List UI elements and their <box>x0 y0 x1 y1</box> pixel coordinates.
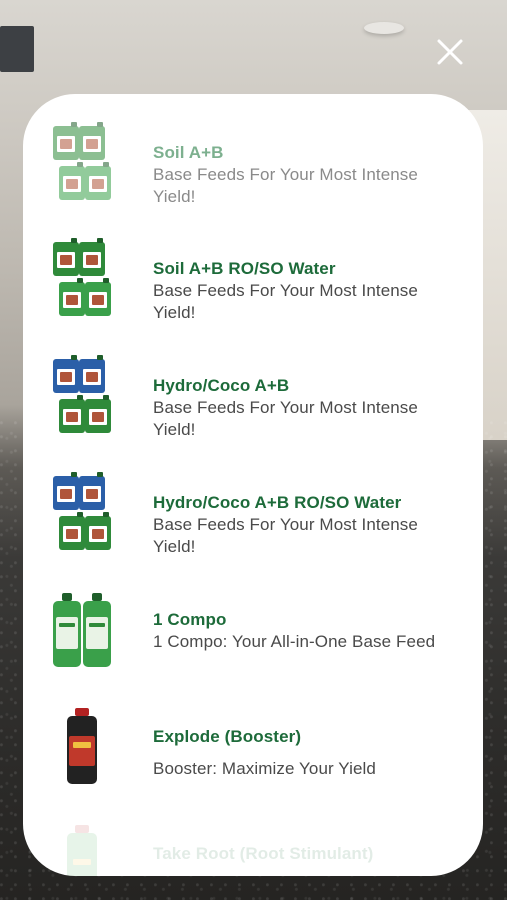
list-item[interactable]: Hydro/Coco A+B RO/SO Water Base Feeds Fo… <box>23 472 483 582</box>
product-title: Take Root (Root Stimulant) <box>153 844 374 863</box>
list-item[interactable]: Take Root (Root Stimulant) <box>23 823 483 876</box>
product-title: Hydro/Coco A+B <box>153 376 290 395</box>
product-list-card: Soil A+B Base Feeds For Your Most Intens… <box>23 94 483 876</box>
background-ceiling-light <box>364 22 404 34</box>
product-description: Base Feeds For Your Most Intense Yield! <box>153 515 418 556</box>
close-button[interactable] <box>430 32 470 72</box>
close-icon <box>437 39 463 65</box>
product-description: Base Feeds For Your Most Intense Yield! <box>153 398 418 439</box>
product-title: Explode (Booster) <box>153 727 302 746</box>
list-item[interactable]: Soil A+B RO/SO Water Base Feeds For Your… <box>23 238 483 348</box>
product-title: Soil A+B <box>153 143 224 162</box>
background-vent <box>0 26 34 72</box>
list-item[interactable]: 1 Compo 1 Compo: Your All-in-One Base Fe… <box>23 589 483 699</box>
product-thumbnail <box>67 708 97 784</box>
product-title: Soil A+B RO/SO Water <box>153 259 336 278</box>
list-item[interactable]: Soil A+B Base Feeds For Your Most Intens… <box>23 122 483 232</box>
list-item[interactable]: Hydro/Coco A+B Base Feeds For Your Most … <box>23 355 483 465</box>
product-thumbnail <box>67 825 97 876</box>
product-thumbnail <box>53 122 111 200</box>
product-thumbnail <box>53 238 111 316</box>
product-description: Booster: Maximize Your Yield <box>153 759 376 778</box>
list-item[interactable]: Explode (Booster) Booster: Maximize Your… <box>23 706 483 816</box>
product-description: Base Feeds For Your Most Intense Yield! <box>153 281 418 322</box>
product-description: 1 Compo: Your All-in-One Base Feed <box>153 632 436 651</box>
product-thumbnail <box>53 472 111 550</box>
product-thumbnail <box>53 593 111 667</box>
product-thumbnail <box>53 355 111 433</box>
product-description: Base Feeds For Your Most Intense Yield! <box>153 165 418 206</box>
product-title: 1 Compo <box>153 610 227 629</box>
product-title: Hydro/Coco A+B RO/SO Water <box>153 493 402 512</box>
